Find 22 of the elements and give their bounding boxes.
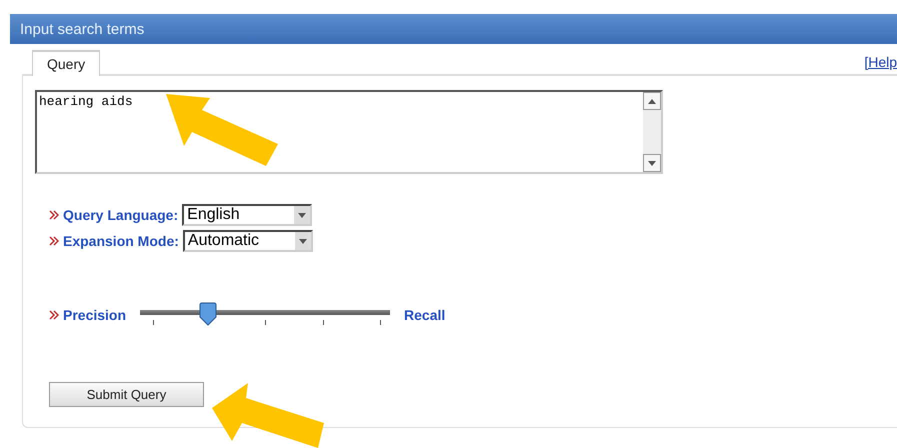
scrollbar[interactable] bbox=[643, 92, 661, 172]
up-arrow-icon bbox=[648, 98, 656, 104]
double-chevron-icon bbox=[49, 310, 59, 320]
dropdown[interactable]: Automatic bbox=[182, 230, 313, 252]
down-arrow-icon bbox=[298, 238, 307, 244]
double-chevron-icon bbox=[49, 210, 59, 220]
double-chevron-icon bbox=[49, 236, 59, 246]
query-field[interactable]: hearing aids bbox=[35, 90, 663, 174]
down-arrow-icon bbox=[298, 212, 306, 218]
field-label: Expansion Mode: bbox=[63, 233, 179, 249]
arrow-icon bbox=[166, 94, 280, 166]
arrow-icon bbox=[212, 383, 326, 448]
slider-label: Precision bbox=[63, 307, 126, 323]
field-label: Query Language: bbox=[63, 207, 178, 223]
panel-header: Input search terms bbox=[10, 14, 897, 44]
tab[interactable]: Query bbox=[32, 50, 100, 76]
down-arrow-icon bbox=[648, 160, 656, 166]
submit-button[interactable]: Submit Query bbox=[49, 382, 204, 407]
dropdown[interactable]: English bbox=[182, 204, 312, 226]
slider-label: Recall bbox=[404, 307, 446, 323]
slider-thumb[interactable] bbox=[198, 302, 218, 326]
help-link[interactable]: [Help bbox=[864, 54, 897, 70]
